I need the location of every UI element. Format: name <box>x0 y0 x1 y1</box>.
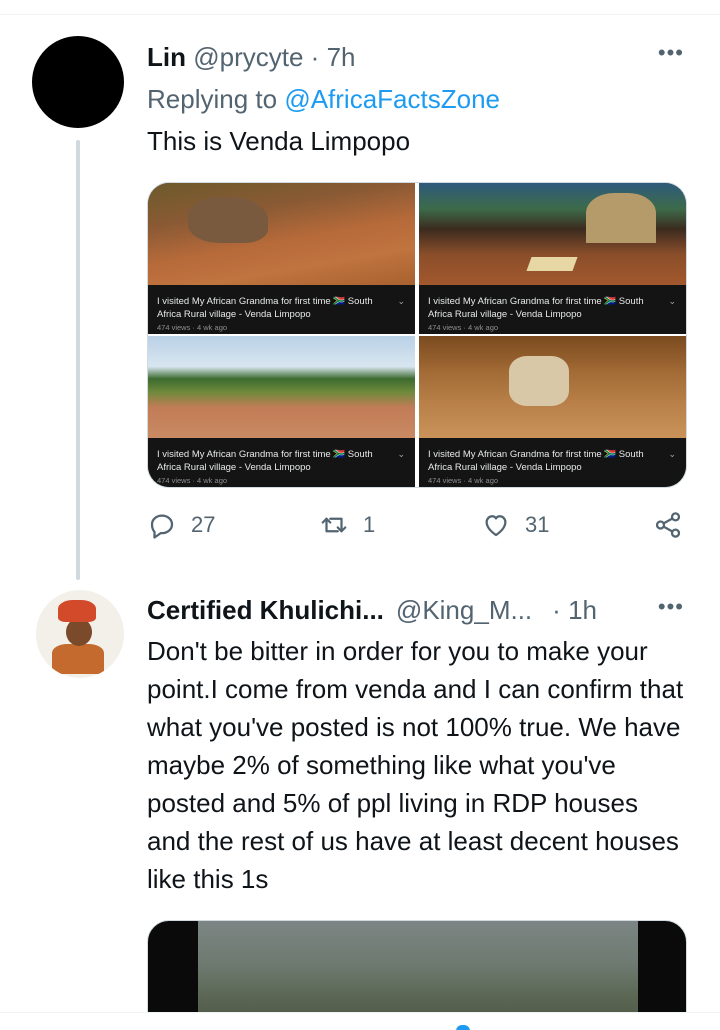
top-divider <box>0 14 720 15</box>
video-meta: 474 views · 4 wk ago <box>428 323 499 332</box>
timestamp[interactable]: 1h <box>568 595 597 625</box>
chevron-down-icon: ⌄ <box>668 296 676 306</box>
chevron-down-icon: ⌄ <box>397 449 405 459</box>
reply-button[interactable]: 27 <box>147 510 215 540</box>
author-name[interactable]: Lin <box>147 42 186 72</box>
thread-connector <box>76 140 80 580</box>
share-icon <box>655 512 681 538</box>
media-image <box>148 183 415 285</box>
media-tile-1[interactable]: I visited My African Grandma for first t… <box>148 183 415 334</box>
replying-to: Replying to @AfricaFactsZone <box>147 84 500 115</box>
reply-count: 27 <box>191 512 216 537</box>
tweet-actions: 27 1 31 <box>147 510 687 550</box>
share-button[interactable] <box>653 510 683 540</box>
author-name[interactable]: Certified Khulichi... <box>147 595 384 625</box>
video-title: I visited My African Grandma for first t… <box>428 296 644 320</box>
media-tile-4[interactable]: I visited My African Grandma for first t… <box>419 336 686 487</box>
media-tile-2[interactable]: I visited My African Grandma for first t… <box>419 183 686 334</box>
video-meta: 474 views · 4 wk ago <box>157 476 228 485</box>
chevron-down-icon: ⌄ <box>397 296 405 306</box>
retweet-icon <box>321 517 347 533</box>
media-caption: I visited My African Grandma for first t… <box>419 285 686 334</box>
retweet-button[interactable]: 1 <box>319 510 375 540</box>
like-button[interactable]: 31 <box>481 510 549 540</box>
video-meta: 474 views · 4 wk ago <box>157 323 228 332</box>
replying-to-label: Replying to <box>147 84 285 114</box>
tweet-text: Don't be bitter in order for you to make… <box>147 636 684 894</box>
separator-dot: · <box>552 595 561 625</box>
heart-icon <box>485 515 507 537</box>
separator-dot: · <box>310 42 320 72</box>
tweet-header: Lin @prycyte · 7h <box>147 42 356 73</box>
media-grid[interactable]: I visited My African Grandma for first t… <box>147 182 687 488</box>
video-meta: 474 views · 4 wk ago <box>428 476 499 485</box>
media-image <box>419 183 686 285</box>
tweet-text: This is Venda Limpopo <box>147 126 411 156</box>
bottom-bar <box>0 1012 720 1030</box>
reply-icon <box>150 514 174 539</box>
tweet-header: Certified Khulichi... @King_M... · 1h <box>147 595 597 626</box>
avatar[interactable] <box>32 36 124 128</box>
media-image <box>419 336 686 438</box>
more-options-icon[interactable]: ••• <box>658 594 684 620</box>
media-caption: I visited My African Grandma for first t… <box>148 285 415 334</box>
video-title: I visited My African Grandma for first t… <box>157 296 373 320</box>
video-title: I visited My African Grandma for first t… <box>157 449 373 473</box>
avatar[interactable] <box>36 590 124 678</box>
media-caption: I visited My African Grandma for first t… <box>419 438 686 487</box>
replying-to-link[interactable]: @AfricaFactsZone <box>284 84 500 114</box>
scroll-indicator <box>456 1025 470 1030</box>
video-title: I visited My African Grandma for first t… <box>428 449 644 473</box>
author-handle[interactable]: @King_M... <box>396 595 532 625</box>
media-caption: I visited My African Grandma for first t… <box>148 438 415 487</box>
timestamp[interactable]: 7h <box>327 42 356 72</box>
chevron-down-icon: ⌄ <box>668 449 676 459</box>
more-options-icon[interactable]: ••• <box>658 40 684 66</box>
author-handle[interactable]: @prycyte <box>193 42 303 72</box>
media-tile-3[interactable]: I visited My African Grandma for first t… <box>148 336 415 487</box>
retweet-count: 1 <box>363 512 376 537</box>
media-image <box>148 336 415 438</box>
like-count: 31 <box>525 512 550 537</box>
